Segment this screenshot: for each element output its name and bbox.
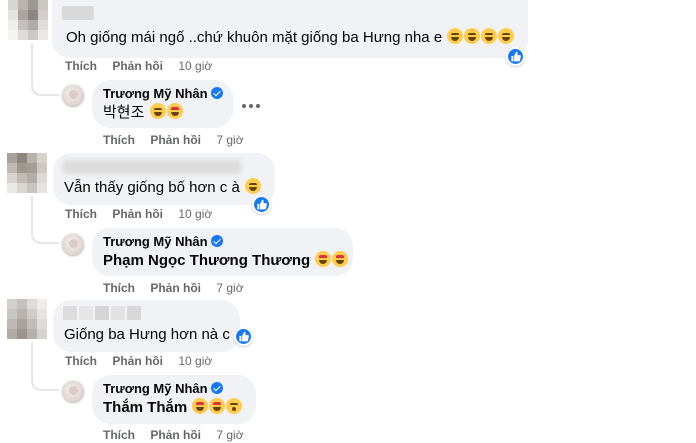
like-button[interactable]: Thích: [103, 281, 135, 295]
comment-text: Giống ba Hưng hơn nà c: [64, 325, 230, 345]
reply-author-name[interactable]: Trương Mỹ Nhân: [103, 86, 223, 102]
comment-actions: Thích Phản hồi 10 giờ: [65, 353, 212, 369]
like-reaction-icon[interactable]: [506, 47, 525, 66]
reply-author-avatar[interactable]: [61, 380, 85, 404]
like-button[interactable]: Thích: [65, 207, 97, 221]
reply-button[interactable]: Phản hồi: [112, 354, 163, 368]
like-reaction-icon[interactable]: [252, 195, 271, 214]
thread-connector: [31, 342, 59, 391]
heart-eyes-emoji-icon: [209, 398, 226, 414]
reply-actions: Thích Phản hồi 7 giờ: [103, 132, 244, 148]
reply-button[interactable]: Phản hồi: [112, 59, 163, 73]
heart-eyes-emoji-icon: [315, 251, 332, 267]
more-options-icon[interactable]: [241, 99, 263, 113]
reply-text: 박현조: [103, 103, 183, 123]
comment-timestamp[interactable]: 10 giờ: [178, 354, 212, 368]
comment-bubble: Giống ba Hưng hơn nà c: [53, 300, 240, 352]
commenter-name-redacted[interactable]: [63, 306, 149, 320]
heart-eyes-emoji-icon: [166, 103, 183, 119]
reply-button[interactable]: Phản hồi: [150, 133, 201, 147]
reply-actions: Thích Phản hồi 7 giờ: [103, 427, 244, 443]
reply-author-label: Trương Mỹ Nhân: [103, 86, 208, 101]
reply-bubble: Trương Mỹ Nhân 박현조: [92, 80, 233, 128]
reply-bubble: Trương Mỹ Nhân Thắm Thắm: [92, 375, 256, 424]
comment-text: Oh giống mái ngố ..chứ khuôn mặt giống b…: [66, 28, 515, 48]
joy-emoji-icon: [447, 28, 464, 44]
commenter-avatar[interactable]: [8, 0, 48, 42]
reply-author-name[interactable]: Trương Mỹ Nhân: [103, 381, 223, 397]
like-button[interactable]: Thích: [65, 354, 97, 368]
verified-badge-icon: [210, 87, 223, 99]
reply-text: Phạm Ngọc Thương Thương: [103, 251, 349, 271]
reply-timestamp[interactable]: 7 giờ: [216, 133, 243, 147]
rofl-emoji-icon: [149, 103, 166, 119]
comment-bubble: Oh giống mái ngố ..chứ khuôn mặt giống b…: [52, 0, 528, 58]
reply-author-label: Trương Mỹ Nhân: [103, 234, 208, 249]
like-button[interactable]: Thích: [65, 59, 97, 73]
comment-text-body: Oh giống mái ngố ..chứ khuôn mặt giống b…: [66, 29, 443, 46]
reply-button[interactable]: Phản hồi: [150, 428, 201, 442]
comment-timestamp[interactable]: 10 giờ: [178, 59, 212, 73]
comment-text-body: Vẫn thấy giống bố hơn c à: [64, 179, 240, 196]
comment-actions: Thích Phản hồi 10 giờ: [65, 58, 212, 74]
like-reaction-icon[interactable]: [234, 327, 253, 346]
reply-text: Thắm Thắm: [103, 398, 243, 418]
thread-connector: [31, 196, 59, 244]
comment-actions: Thích Phản hồi 10 giờ: [65, 206, 212, 222]
verified-badge-icon: [210, 382, 223, 394]
joy-emoji-icon: [244, 178, 261, 194]
kissing-heart-emoji-icon: [226, 398, 243, 414]
like-button[interactable]: Thích: [103, 428, 135, 442]
reply-mention-link[interactable]: Phạm Ngọc Thương Thương: [103, 252, 310, 269]
commenter-avatar[interactable]: [7, 299, 47, 339]
joy-emoji-icon: [481, 28, 498, 44]
joy-emoji-icon: [464, 28, 481, 44]
commenter-name-redacted[interactable]: [63, 160, 241, 174]
comment-bubble: Vẫn thấy giống bố hơn c à: [53, 153, 275, 205]
heart-eyes-emoji-icon: [192, 398, 209, 414]
reply-author-label: Trương Mỹ Nhân: [103, 381, 208, 396]
reply-mention-link[interactable]: Thắm Thắm: [103, 399, 187, 416]
reply-bubble: Trương Mỹ Nhân Phạm Ngọc Thương Thương: [92, 228, 353, 276]
commenter-name-redacted[interactable]: [62, 6, 94, 20]
comment-text-body: Giống ba Hưng hơn nà c: [64, 326, 230, 343]
reply-actions: Thích Phản hồi 7 giờ: [103, 280, 244, 296]
verified-badge-icon: [210, 235, 223, 247]
comment-text: Vẫn thấy giống bố hơn c à: [64, 178, 261, 198]
reply-button[interactable]: Phản hồi: [112, 207, 163, 221]
thread-connector: [31, 44, 59, 96]
joy-emoji-icon: [498, 28, 515, 44]
reply-timestamp[interactable]: 7 giờ: [216, 428, 243, 442]
reply-author-name[interactable]: Trương Mỹ Nhân: [103, 234, 223, 250]
reply-button[interactable]: Phản hồi: [150, 281, 201, 295]
reply-author-avatar[interactable]: [61, 84, 85, 108]
like-button[interactable]: Thích: [103, 133, 135, 147]
reply-text-body: 박현조: [103, 104, 145, 121]
commenter-avatar[interactable]: [7, 153, 47, 193]
comment-timestamp[interactable]: 10 giờ: [178, 207, 212, 221]
reply-author-avatar[interactable]: [61, 233, 85, 257]
reply-timestamp[interactable]: 7 giờ: [216, 281, 243, 295]
heart-eyes-emoji-icon: [332, 251, 349, 267]
